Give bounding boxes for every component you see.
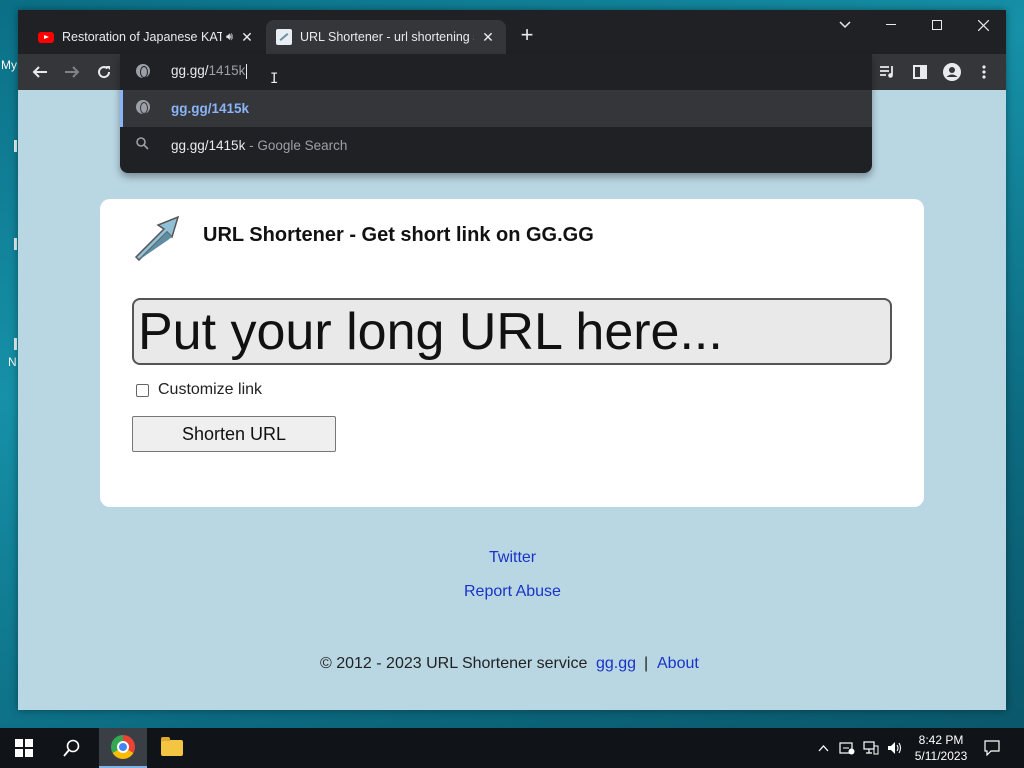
- menu-button[interactable]: [972, 60, 996, 84]
- customize-link-option[interactable]: Customize link: [136, 381, 262, 399]
- customize-link-checkbox[interactable]: [136, 383, 149, 397]
- speaker-icon: [888, 742, 902, 754]
- media-queue-icon: [880, 66, 893, 78]
- report-abuse-link[interactable]: Report Abuse: [464, 583, 561, 601]
- network-icon: [863, 741, 879, 755]
- close-icon: [977, 19, 989, 31]
- file-explorer-button[interactable]: [148, 728, 196, 768]
- tab-youtube[interactable]: Restoration of Japanese KATANA 🔊︎ ✕: [28, 20, 265, 54]
- chevron-down-icon: [839, 21, 851, 29]
- clock[interactable]: 8:42 PM 5/11/2023: [906, 732, 976, 764]
- security-tray-button[interactable]: [836, 728, 858, 768]
- tab-url-shortener[interactable]: URL Shortener - url shortening service ✕: [266, 20, 506, 54]
- desktop-icon-edge: [14, 140, 17, 152]
- tab-search-button[interactable]: [822, 10, 868, 40]
- arrow-logo-icon: [134, 215, 180, 261]
- desktop-icon-label: N: [8, 355, 17, 369]
- start-button[interactable]: [0, 728, 48, 768]
- side-panel-button[interactable]: [908, 60, 932, 84]
- desktop-icon-label: My: [1, 58, 17, 72]
- windows-logo-icon: [15, 739, 33, 757]
- network-tray-button[interactable]: [860, 728, 882, 768]
- back-button[interactable]: [28, 60, 52, 84]
- profile-button[interactable]: [940, 60, 964, 84]
- suggestion-text: gg.gg/1415k: [171, 101, 250, 116]
- tab-title: Restoration of Japanese KATANA: [62, 30, 223, 44]
- minimize-button[interactable]: [868, 10, 914, 40]
- address-bar[interactable]: gg.gg/1415k I: [120, 54, 872, 90]
- copyright-text: © 2012 - 2023 URL Shortener service: [320, 655, 588, 672]
- close-tab-icon[interactable]: ✕: [480, 29, 496, 45]
- notifications-button[interactable]: [980, 728, 1004, 768]
- back-arrow-icon: [32, 66, 47, 78]
- speaker-icon[interactable]: 🔊︎: [226, 31, 233, 44]
- forward-arrow-icon: [65, 66, 80, 78]
- long-url-input[interactable]: Put your long URL here...: [132, 298, 892, 365]
- taskbar: 8:42 PM 5/11/2023: [0, 728, 1024, 768]
- shorten-url-button[interactable]: Shorten URL: [132, 416, 336, 452]
- gg-favicon-icon: [276, 29, 292, 45]
- search-icon: [136, 137, 152, 153]
- twitter-link[interactable]: Twitter: [489, 549, 536, 567]
- globe-icon: [136, 100, 152, 116]
- volume-tray-button[interactable]: [884, 728, 906, 768]
- maximize-button[interactable]: [914, 10, 960, 40]
- profile-icon: [943, 63, 961, 81]
- tab-title: URL Shortener - url shortening service: [300, 30, 474, 44]
- gg-gg-link[interactable]: gg.gg: [596, 655, 636, 673]
- search-button[interactable]: [48, 728, 96, 768]
- footer-separator: |: [644, 655, 649, 672]
- text-cursor-icon: I: [270, 71, 279, 87]
- reload-icon: [98, 66, 111, 79]
- shortener-card: URL Shortener - Get short link on GG.GG …: [100, 199, 924, 507]
- clock-date: 5/11/2023: [914, 749, 968, 763]
- chevron-up-icon: [818, 744, 828, 751]
- maximize-icon: [932, 20, 942, 30]
- tab-strip: Restoration of Japanese KATANA 🔊︎ ✕ URL …: [18, 10, 1006, 54]
- security-status-icon: [839, 742, 855, 755]
- chrome-window: Restoration of Japanese KATANA 🔊︎ ✕ URL …: [18, 10, 1006, 710]
- folder-icon: [161, 737, 183, 756]
- page-title: URL Shortener - Get short link on GG.GG: [203, 224, 594, 246]
- typed-text: gg.gg/: [171, 63, 209, 78]
- desktop-icon-edge: [14, 238, 17, 250]
- new-tab-button[interactable]: +: [516, 24, 538, 46]
- customize-link-label: Customize link: [158, 381, 263, 398]
- notification-icon: [984, 740, 1000, 756]
- chrome-icon: [111, 735, 135, 759]
- site-info-icon[interactable]: [136, 64, 150, 78]
- about-link[interactable]: About: [657, 655, 699, 673]
- omnibox-dropdown: gg.gg/1415k I gg.gg/1415k gg.gg/1415k - …: [120, 54, 872, 173]
- forward-button[interactable]: [60, 60, 84, 84]
- close-tab-icon[interactable]: ✕: [239, 29, 255, 45]
- suggestion-url[interactable]: gg.gg/1415k: [120, 90, 872, 127]
- chrome-taskbar-button[interactable]: [99, 728, 147, 768]
- suggestion-text: gg.gg/1415k - Google Search: [171, 138, 348, 153]
- kebab-menu-icon: [982, 65, 986, 79]
- reload-button[interactable]: [92, 60, 116, 84]
- address-bar-text[interactable]: gg.gg/1415k: [171, 63, 248, 79]
- suggestion-search[interactable]: gg.gg/1415k - Google Search: [120, 127, 872, 164]
- side-panel-icon: [913, 65, 927, 79]
- autocomplete-text: 1415k: [208, 63, 246, 78]
- show-hidden-icons-button[interactable]: [812, 728, 834, 768]
- close-window-button[interactable]: [960, 10, 1006, 40]
- clock-time: 8:42 PM: [918, 733, 964, 747]
- desktop-icon-edge: [14, 338, 17, 350]
- minimize-icon: [886, 24, 896, 25]
- youtube-icon: [38, 29, 54, 45]
- media-control-button[interactable]: [876, 60, 900, 84]
- search-icon: [63, 739, 80, 757]
